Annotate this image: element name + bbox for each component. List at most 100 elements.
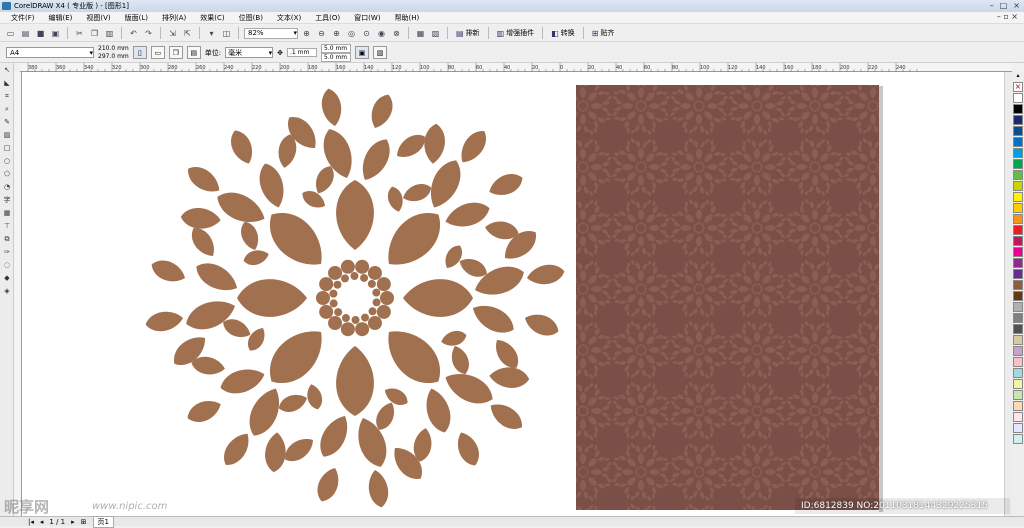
color-swatch[interactable] [1013,192,1023,202]
add-page-icon[interactable]: ⊞ [81,518,87,526]
dimension-tool-icon[interactable]: ⊤ [1,220,13,232]
color-swatch[interactable] [1013,170,1023,180]
menu-help[interactable]: 帮助(H) [388,13,427,23]
zoom-all-icon[interactable]: ◉ [375,27,388,39]
color-swatch[interactable] [1013,401,1023,411]
options-icon[interactable]: ▧ [429,27,442,39]
menu-layout[interactable]: 版面(L) [118,13,155,23]
table-tool-icon[interactable]: ▦ [1,207,13,219]
interactive-blend-tool-icon[interactable]: ⧉ [1,233,13,245]
interactive-fill-tool-icon[interactable]: ◈ [1,285,13,297]
freehand-tool-icon[interactable]: ✎ [1,116,13,128]
close-button[interactable]: × [1013,1,1020,10]
units-select[interactable]: 毫米 ▾ [225,47,274,58]
menu-tools[interactable]: 工具(O) [308,13,347,23]
zoom-fit-icon[interactable]: ⊕ [300,27,313,39]
polygon-tool-icon[interactable]: ⬠ [1,168,13,180]
color-swatch[interactable] [1013,115,1023,125]
text-tool-icon[interactable]: 字 [1,194,13,206]
cut-icon[interactable]: ✂ [73,27,86,39]
color-swatch[interactable] [1013,148,1023,158]
plugin-snap-button[interactable]: ⊞ 贴齐 [589,28,618,38]
redo-icon[interactable]: ↷ [142,27,155,39]
color-swatch[interactable] [1013,379,1023,389]
color-swatch[interactable] [1013,434,1023,444]
snap-grid-icon[interactable]: ▦ [414,27,427,39]
duplicate-x-field[interactable]: 5.0 mm [321,43,352,53]
no-color-swatch[interactable]: × [1013,82,1023,92]
all-pages-button[interactable]: ❐ [168,46,183,59]
portrait-button[interactable]: ▯ [132,46,147,59]
color-swatch[interactable] [1013,368,1023,378]
import-icon[interactable]: ⇲ [166,27,179,39]
eyedropper-tool-icon[interactable]: ✑ [1,246,13,258]
menu-arrange[interactable]: 排列(A) [155,13,193,23]
crop-tool-icon[interactable]: ⌗ [1,90,13,102]
color-swatch[interactable] [1013,269,1023,279]
zoom-out-icon[interactable]: ⊖ [315,27,328,39]
new-file-icon[interactable]: ▭ [4,27,17,39]
color-swatch[interactable] [1013,346,1023,356]
next-page-icon[interactable]: ▸ [71,518,75,526]
zoom-width-icon[interactable]: ⊗ [390,27,403,39]
color-swatch[interactable] [1013,280,1023,290]
menu-file[interactable]: 文件(F) [4,13,42,23]
paste-icon[interactable]: ▥ [103,27,116,39]
print-icon[interactable]: ▣ [49,27,62,39]
welcome-screen-icon[interactable]: ◫ [220,27,233,39]
maximize-button[interactable]: □ [1000,1,1008,10]
color-swatch[interactable] [1013,247,1023,257]
color-swatch[interactable] [1013,236,1023,246]
zoom-tool-icon[interactable]: ⌕ [1,103,13,115]
ellipse-tool-icon[interactable]: ○ [1,155,13,167]
current-page-button[interactable]: ▤ [186,46,201,59]
palette-scroll-up-icon[interactable]: ▴ [1012,72,1024,82]
color-swatch[interactable] [1013,412,1023,422]
rectangle-tool-icon[interactable]: □ [1,142,13,154]
color-swatch[interactable] [1013,225,1023,235]
document-window-controls[interactable]: – ▫ × [997,12,1018,21]
outline-tool-icon[interactable]: ◌ [1,259,13,271]
duplicate-y-field[interactable]: 5.0 mm [321,52,352,62]
zoom-in-icon[interactable]: ⊕ [330,27,343,39]
first-page-icon[interactable]: |◂ [28,518,34,526]
copy-icon[interactable]: ❐ [88,27,101,39]
plugin-layout-button[interactable]: ▤ 排新 [453,28,483,38]
vertical-ruler[interactable] [14,72,22,516]
nudge-distance-field[interactable]: .1 mm [287,48,318,57]
page-height-field[interactable]: 297.0 mm [98,53,129,61]
zoom-level-select[interactable]: 82% ▾ [244,27,298,39]
color-swatch[interactable] [1013,302,1023,312]
color-swatch[interactable] [1013,159,1023,169]
prev-page-icon[interactable]: ◂ [40,518,44,526]
color-swatch[interactable] [1013,335,1023,345]
landscape-button[interactable]: ▭ [150,46,165,59]
basic-shapes-tool-icon[interactable]: ◔ [1,181,13,193]
save-icon[interactable]: ■ [34,27,47,39]
smart-fill-tool-icon[interactable]: ▨ [1,129,13,141]
color-swatch[interactable] [1013,423,1023,433]
plugin-convert-button[interactable]: ◧ 转换 [548,28,578,38]
treat-as-filled-button[interactable]: ▣ [355,46,370,59]
color-swatch[interactable] [1013,104,1023,114]
vertical-scrollbar[interactable] [1004,72,1012,516]
fill-tool-icon[interactable]: ◆ [1,272,13,284]
undo-icon[interactable]: ↶ [127,27,140,39]
menu-edit[interactable]: 编辑(E) [42,13,80,23]
minimize-button[interactable]: – [990,1,994,10]
color-swatch[interactable] [1013,291,1023,301]
menu-bitmaps[interactable]: 位图(B) [232,13,270,23]
menu-view[interactable]: 视图(V) [79,13,117,23]
application-launcher-icon[interactable]: ▾ [205,27,218,39]
color-swatch[interactable] [1013,93,1023,103]
color-swatch[interactable] [1013,390,1023,400]
color-swatch[interactable] [1013,357,1023,367]
menu-text[interactable]: 文本(X) [270,13,308,23]
page-width-field[interactable]: 210.0 mm [98,45,129,53]
color-swatch[interactable] [1013,324,1023,334]
pick-tool-icon[interactable]: ↖ [1,64,13,76]
plugin-enhance-button[interactable]: ▥ 增强插件 [494,28,538,38]
drawing-canvas[interactable] [22,72,1012,516]
page-size-select[interactable]: A4 ▾ [6,47,94,58]
color-swatch[interactable] [1013,214,1023,224]
